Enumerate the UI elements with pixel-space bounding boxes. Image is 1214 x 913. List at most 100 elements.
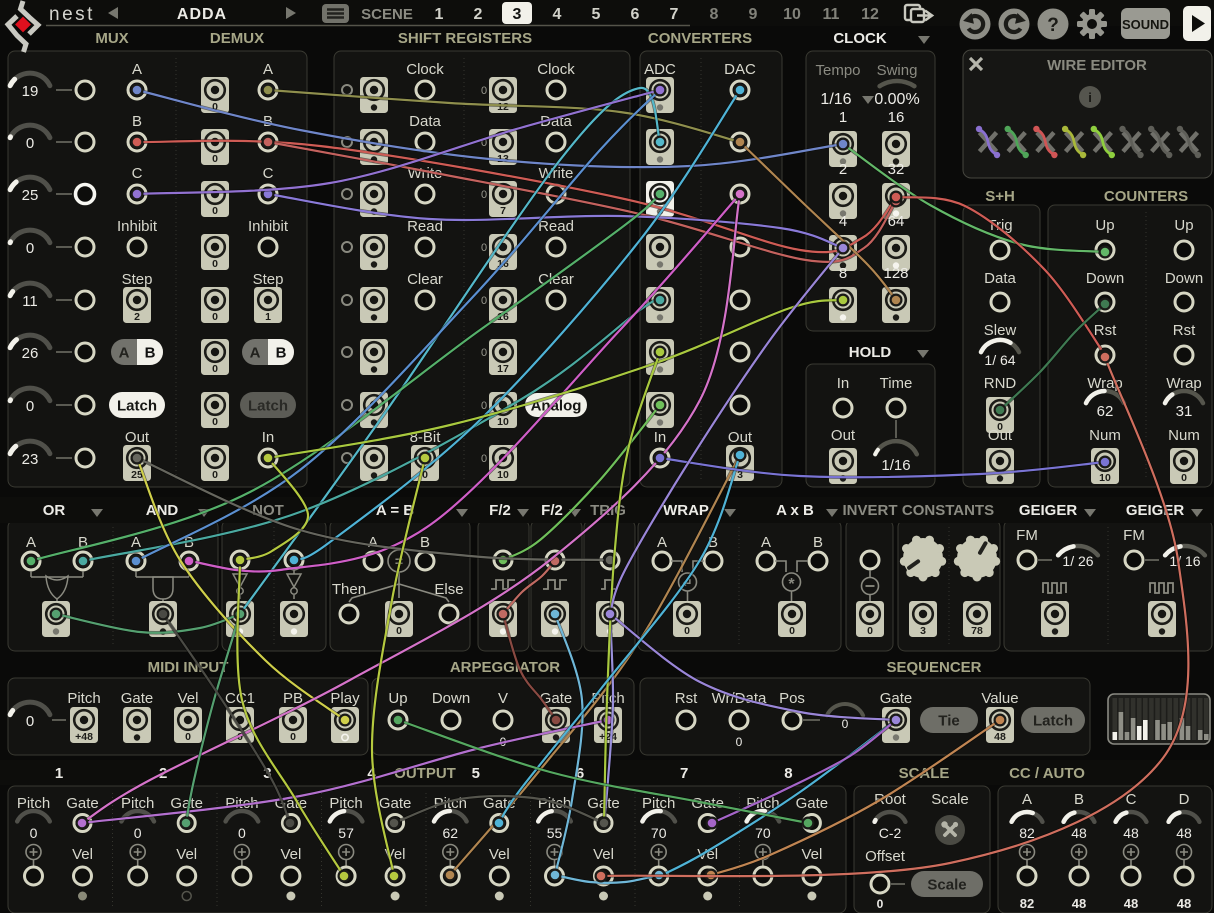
svg-text:Inhibit: Inhibit — [117, 218, 158, 235]
svg-text:0: 0 — [212, 311, 218, 323]
svg-text:0: 0 — [684, 625, 690, 637]
svg-text:Vel: Vel — [72, 846, 93, 863]
svg-text:Inhibit: Inhibit — [248, 218, 289, 235]
svg-text:Pos: Pos — [779, 690, 805, 707]
svg-text:F/2: F/2 — [541, 502, 563, 519]
svg-text:0: 0 — [789, 625, 795, 637]
svg-text:26: 26 — [22, 345, 39, 362]
svg-text:1/16: 1/16 — [820, 91, 851, 108]
svg-text:WIRE EDITOR: WIRE EDITOR — [1047, 57, 1147, 74]
svg-text:2: 2 — [134, 311, 140, 323]
svg-text:D: D — [1179, 791, 1190, 808]
svg-text:COUNTERS: COUNTERS — [1104, 188, 1188, 205]
svg-text:Step: Step — [122, 271, 153, 288]
svg-text:0: 0 — [212, 363, 218, 375]
svg-text:RND: RND — [984, 375, 1017, 392]
svg-text:Else: Else — [434, 581, 463, 598]
svg-text:1: 1 — [435, 6, 444, 23]
svg-text:Up: Up — [1095, 217, 1114, 234]
svg-text:FM: FM — [1123, 527, 1145, 544]
svg-text:A x B: A x B — [776, 502, 814, 519]
svg-text:82: 82 — [1020, 896, 1034, 911]
svg-text:Slew: Slew — [984, 322, 1017, 339]
svg-text:In: In — [262, 429, 275, 446]
svg-text:48: 48 — [1072, 896, 1086, 911]
svg-text:0: 0 — [26, 135, 34, 152]
svg-text:NOT: NOT — [252, 502, 284, 519]
svg-text:SEQUENCER: SEQUENCER — [886, 659, 981, 676]
svg-text:Up: Up — [1174, 217, 1193, 234]
svg-text:C: C — [132, 165, 143, 182]
svg-text:64: 64 — [888, 213, 905, 230]
svg-text:Vel: Vel — [489, 846, 510, 863]
svg-text:B: B — [132, 113, 142, 130]
svg-text:2: 2 — [839, 161, 847, 178]
svg-text:Gate: Gate — [796, 795, 829, 812]
svg-text:Out: Out — [988, 427, 1013, 444]
svg-text:Data: Data — [409, 113, 441, 130]
svg-text:A: A — [1022, 791, 1032, 808]
svg-text:9: 9 — [749, 6, 758, 23]
svg-text:Trig: Trig — [987, 217, 1012, 234]
svg-text:Then: Then — [332, 581, 366, 598]
svg-text:0: 0 — [185, 731, 191, 743]
svg-text:In: In — [654, 429, 667, 446]
svg-text:11: 11 — [22, 293, 38, 310]
svg-text:0: 0 — [134, 825, 142, 841]
svg-text:Rst: Rst — [1173, 322, 1196, 339]
svg-text:1/16: 1/16 — [881, 457, 910, 474]
svg-text:Swing: Swing — [877, 62, 918, 79]
svg-text:Scale: Scale — [931, 791, 969, 808]
svg-text:55: 55 — [547, 825, 563, 841]
svg-text:Vel: Vel — [801, 846, 822, 863]
svg-text:Up: Up — [388, 690, 407, 707]
svg-text:+24: +24 — [599, 731, 617, 743]
svg-text:HOLD: HOLD — [849, 344, 892, 361]
svg-text:S+H: S+H — [985, 188, 1015, 205]
svg-text:1/ 26: 1/ 26 — [1062, 553, 1093, 569]
svg-text:i: i — [1088, 90, 1092, 105]
svg-text:0: 0 — [481, 295, 487, 307]
svg-text:*: * — [788, 576, 795, 593]
svg-text:2: 2 — [474, 6, 483, 23]
svg-text:7: 7 — [670, 6, 679, 23]
svg-text:SCENE: SCENE — [361, 6, 413, 23]
svg-text:Data: Data — [984, 270, 1016, 287]
svg-text:10: 10 — [783, 6, 801, 23]
svg-text:8: 8 — [784, 765, 792, 782]
svg-text:19: 19 — [22, 83, 39, 100]
svg-text:MUX: MUX — [95, 30, 128, 47]
svg-text:4: 4 — [553, 6, 562, 23]
svg-text:Rst: Rst — [675, 690, 698, 707]
svg-text:0: 0 — [26, 240, 34, 257]
svg-text:10: 10 — [1099, 472, 1111, 484]
svg-text:Vel: Vel — [593, 846, 614, 863]
svg-text:Rst: Rst — [1094, 322, 1117, 339]
svg-text:Time: Time — [880, 375, 913, 392]
svg-text:Read: Read — [538, 218, 574, 235]
svg-text:11: 11 — [823, 6, 840, 23]
svg-text:0: 0 — [1181, 472, 1187, 484]
svg-text:WRAP: WRAP — [663, 502, 709, 519]
svg-text:ADC: ADC — [644, 61, 676, 78]
svg-text:Vel: Vel — [176, 846, 197, 863]
svg-text:Tie: Tie — [938, 712, 959, 729]
svg-text:8: 8 — [839, 265, 847, 282]
svg-text:0: 0 — [212, 258, 218, 270]
svg-text:Num: Num — [1168, 427, 1200, 444]
svg-text:B: B — [813, 534, 823, 551]
svg-text:0: 0 — [26, 713, 34, 730]
svg-text:0: 0 — [212, 153, 218, 165]
svg-text:10: 10 — [497, 416, 509, 428]
svg-text:FM: FM — [1016, 527, 1038, 544]
svg-text:16: 16 — [888, 109, 905, 126]
svg-text:A: A — [657, 534, 667, 551]
svg-text:GEIGER: GEIGER — [1019, 502, 1078, 519]
svg-text:C-2: C-2 — [879, 825, 902, 841]
svg-text:ADDA: ADDA — [177, 6, 227, 23]
svg-text:7: 7 — [680, 765, 688, 782]
svg-text:CONSTANTS: CONSTANTS — [902, 502, 994, 519]
svg-text:1: 1 — [839, 109, 847, 126]
svg-text:GEIGER: GEIGER — [1126, 502, 1185, 519]
svg-text:31: 31 — [1176, 403, 1193, 420]
